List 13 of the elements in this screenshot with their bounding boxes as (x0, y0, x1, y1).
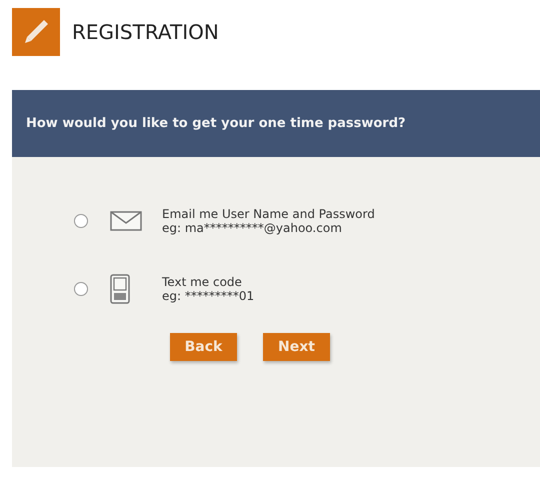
radio-button[interactable] (74, 282, 88, 296)
mobile-phone-icon (110, 274, 130, 304)
option-example: eg: *********01 (162, 289, 254, 303)
back-button[interactable]: Back (170, 333, 237, 361)
option-label: Email me User Name and Password (162, 207, 375, 221)
question-text: How would you like to get your one time password? (26, 116, 406, 131)
envelope-icon (110, 211, 142, 231)
pencil-icon (12, 8, 60, 56)
option-example: eg: ma**********@yahoo.com (162, 221, 343, 235)
next-button[interactable]: Next (263, 333, 330, 361)
page-title: REGISTRATION (72, 20, 219, 44)
radio-button[interactable] (74, 214, 88, 228)
option-label: Text me code (162, 275, 243, 289)
